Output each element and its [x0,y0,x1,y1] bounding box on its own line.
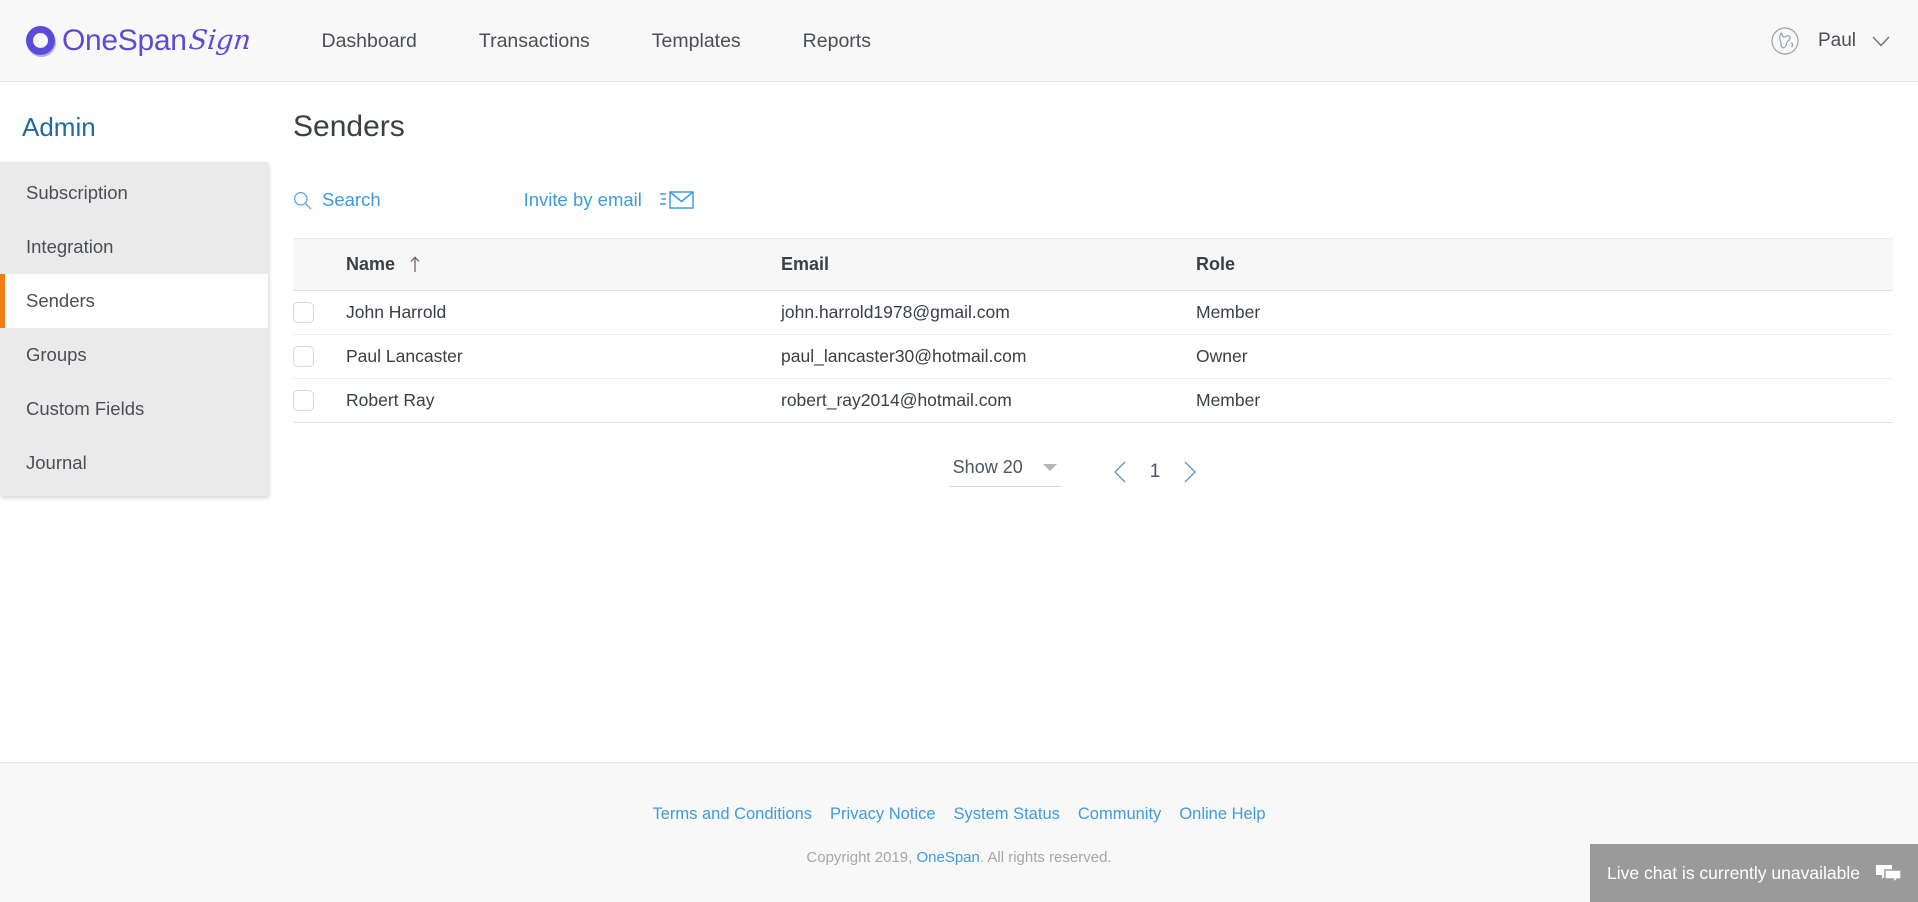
page-title: Senders [293,110,405,143]
pager: 1 [1113,461,1198,483]
page-number[interactable]: 1 [1150,461,1161,483]
footer-links: Terms and Conditions Privacy Notice Syst… [0,805,1918,824]
footer-link-online-help[interactable]: Online Help [1179,805,1265,823]
cell-email: robert_ray2014@hotmail.com [781,378,1196,423]
logo-script-text: Sign [187,25,253,56]
row-checkbox[interactable] [293,302,314,323]
search-button[interactable]: Search [293,189,381,211]
row-checkbox[interactable] [293,390,314,411]
sidebar-item-label: Integration [26,236,114,257]
nav-reports[interactable]: Reports [772,0,902,82]
copyright-suffix: . All rights reserved. [979,849,1112,866]
live-chat-widget[interactable]: Live chat is currently unavailable [1590,844,1918,902]
column-header-email[interactable]: Email [781,238,1196,291]
column-header-name-label: Name [346,254,396,274]
table-header: Name Email Role [293,238,1893,291]
column-header-name[interactable]: Name [346,238,781,291]
footer-link-privacy-notice[interactable]: Privacy Notice [830,805,935,823]
live-chat-message: Live chat is currently unavailable [1607,862,1860,883]
invite-label: Invite by email [523,189,642,210]
table-row[interactable]: Paul Lancaster paul_lancaster30@hotmail.… [293,334,1893,379]
sidebar-item-custom-fields[interactable]: Custom Fields [0,382,268,436]
table-header-row: Name Email Role [293,238,1893,291]
sidebar-item-senders[interactable]: Senders [0,274,268,328]
senders-toolbar: Search Invite by email [293,185,1918,215]
user-menu-label[interactable]: Paul [1818,30,1856,52]
cell-name: Paul Lancaster [346,334,781,379]
sidebar-item-label: Subscription [26,182,128,203]
nav-transactions[interactable]: Transactions [448,0,621,82]
envelope-send-icon [659,191,694,209]
sidebar-item-label: Journal [26,452,87,473]
table-body: John Harrold john.harrold1978@gmail.com … [293,290,1893,423]
cell-name: John Harrold [346,290,781,335]
page-size-label: Show 20 [952,457,1023,477]
footer-link-system-status[interactable]: System Status [954,805,1060,823]
column-header-email-label: Email [781,254,830,274]
cell-role: Owner [1196,334,1893,379]
arrow-up-icon [410,256,420,272]
table-row[interactable]: John Harrold john.harrold1978@gmail.com … [293,290,1893,335]
sidebar-item-subscription[interactable]: Subscription [0,166,268,220]
nav-templates[interactable]: Templates [621,0,772,82]
footer-link-terms-and-conditions[interactable]: Terms and Conditions [652,805,812,823]
sidebar-item-label: Custom Fields [26,398,145,419]
onespan-ring-logo-icon [26,26,55,55]
cell-name: Robert Ray [346,378,781,423]
admin-sidebar: Admin Subscription Integration Senders G… [0,82,268,496]
search-label: Search [322,189,381,210]
copyright-prefix: Copyright 2019, [806,849,917,866]
top-right-controls: Paul [1770,0,1890,82]
main-nav: Dashboard Transactions Templates Reports [290,0,901,82]
sidebar-nav-list: Subscription Integration Senders Groups … [0,162,268,496]
table-row[interactable]: Robert Ray robert_ray2014@hotmail.com Me… [293,378,1893,423]
sidebar-item-label: Groups [26,344,87,365]
page-size-select[interactable]: Show 20 [948,457,1061,487]
cell-email: john.harrold1978@gmail.com [781,290,1196,335]
column-header-role[interactable]: Role [1196,238,1893,291]
pagination-controls: Show 20 1 [228,457,1918,487]
cell-email: paul_lancaster30@hotmail.com [781,334,1196,379]
chat-bubbles-icon [1875,864,1901,884]
caret-down-icon [1042,464,1057,471]
select-all-column-header [293,238,346,291]
globe-icon[interactable] [1770,26,1800,56]
sidebar-title: Admin [22,112,96,142]
chevron-right-icon[interactable] [1181,461,1197,483]
footer-link-community[interactable]: Community [1078,805,1161,823]
senders-table: Name Email Role John Harrold john.harrol… [293,238,1893,423]
cell-role: Member [1196,378,1893,423]
row-select-cell [293,290,346,335]
copyright-onespan-link[interactable]: OneSpan [916,849,979,866]
cell-role: Member [1196,290,1893,335]
onespan-sign-logo[interactable]: OneSpan Sign [26,19,253,63]
sidebar-item-label: Senders [26,290,95,311]
chevron-down-icon[interactable] [1872,36,1890,47]
top-navigation-bar: OneSpan Sign Dashboard Transactions Temp… [0,0,1918,82]
row-select-cell [293,334,346,379]
main-content: Senders Search Invite by email Name Emai… [268,82,1918,762]
sidebar-item-groups[interactable]: Groups [0,328,268,382]
chevron-left-icon[interactable] [1113,461,1129,483]
search-icon [293,191,312,209]
sidebar-item-integration[interactable]: Integration [0,220,268,274]
app-root: OneSpan Sign Dashboard Transactions Temp… [0,0,1918,902]
logo-primary-text: OneSpan [62,23,187,57]
row-select-cell [293,378,346,423]
column-header-role-label: Role [1196,254,1236,274]
row-checkbox[interactable] [293,346,314,367]
nav-dashboard[interactable]: Dashboard [290,0,447,82]
invite-by-email-button[interactable]: Invite by email [524,189,694,211]
